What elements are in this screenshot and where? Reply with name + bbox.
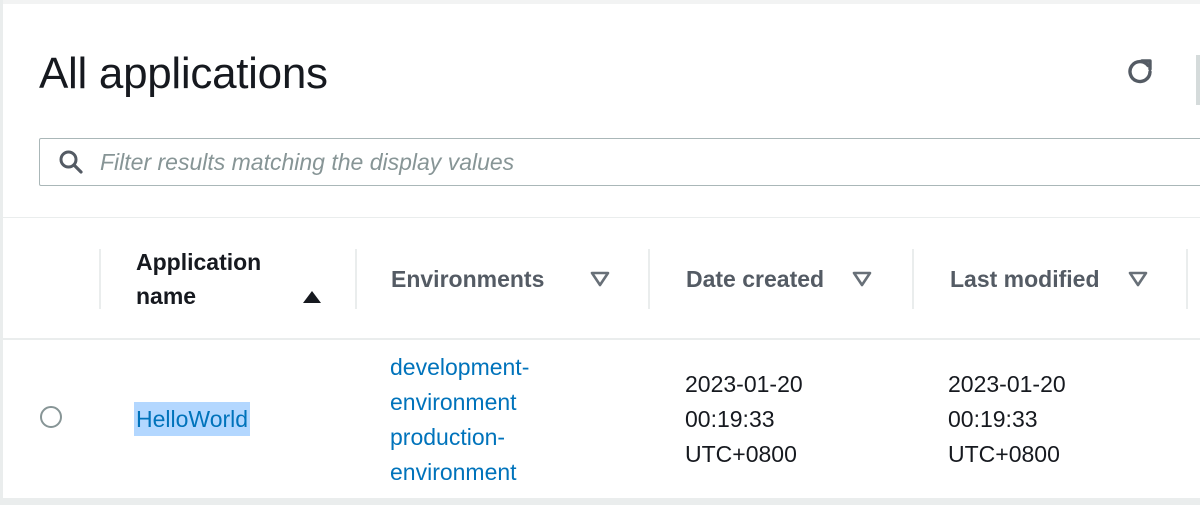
filter-box — [39, 138, 1200, 186]
page-title: All applications — [39, 49, 328, 98]
panel-top-border — [0, 0, 1200, 4]
environment-link-text: production- — [390, 424, 506, 450]
applications-panel: All applications Application name Enviro… — [0, 0, 1200, 505]
application-name-link[interactable]: HelloWorld — [134, 402, 251, 436]
column-header-environments[interactable]: Environments — [391, 262, 610, 296]
last-modified-date: 2023-01-20 — [948, 371, 1066, 397]
filter-input[interactable] — [98, 147, 1102, 177]
sort-ascending-icon[interactable] — [302, 290, 322, 304]
column-separator — [912, 249, 914, 309]
environments-cell: development- environment production- env… — [390, 350, 529, 490]
environment-link-text: environment — [390, 459, 517, 485]
column-header-date-created[interactable]: Date created — [686, 262, 872, 296]
refresh-button[interactable] — [1120, 52, 1160, 92]
refresh-icon — [1128, 59, 1152, 84]
column-header-label: Application name — [136, 249, 262, 309]
last-modified-cell: 2023-01-20 00:19:33 UTC+0800 — [948, 367, 1066, 472]
row-select-radio[interactable] — [40, 406, 62, 428]
date-created-date: 2023-01-20 — [685, 371, 803, 397]
column-header-label: Last modified — [950, 266, 1100, 292]
column-separator — [1186, 249, 1188, 309]
panel-bottom-border — [0, 498, 1200, 505]
table-header-divider — [3, 338, 1200, 340]
environment-link-text: development- — [390, 354, 530, 380]
column-separator — [648, 249, 650, 309]
column-separator — [99, 249, 101, 309]
panel-left-border — [0, 0, 3, 505]
last-modified-timezone: UTC+0800 — [948, 441, 1060, 467]
search-icon — [58, 149, 84, 175]
table-top-divider — [3, 217, 1200, 218]
sort-descending-icon — [591, 271, 610, 287]
column-separator — [355, 249, 357, 309]
column-header-last-modified[interactable]: Last modified — [950, 262, 1148, 296]
sort-descending-icon — [1128, 271, 1147, 287]
last-modified-time: 00:19:33 — [948, 406, 1038, 432]
column-header-label: Date created — [686, 266, 825, 292]
environment-link-text: environment — [390, 389, 517, 415]
environment-link-production[interactable]: production- environment — [390, 420, 529, 490]
column-header-label: Environments — [391, 266, 545, 292]
date-created-time: 00:19:33 — [685, 406, 775, 432]
sort-descending-icon — [852, 271, 872, 287]
environment-link-development[interactable]: development- environment — [390, 350, 529, 420]
panel-right-edge — [1196, 55, 1200, 105]
date-created-cell: 2023-01-20 00:19:33 UTC+0800 — [685, 367, 803, 472]
date-created-timezone: UTC+0800 — [685, 441, 797, 467]
